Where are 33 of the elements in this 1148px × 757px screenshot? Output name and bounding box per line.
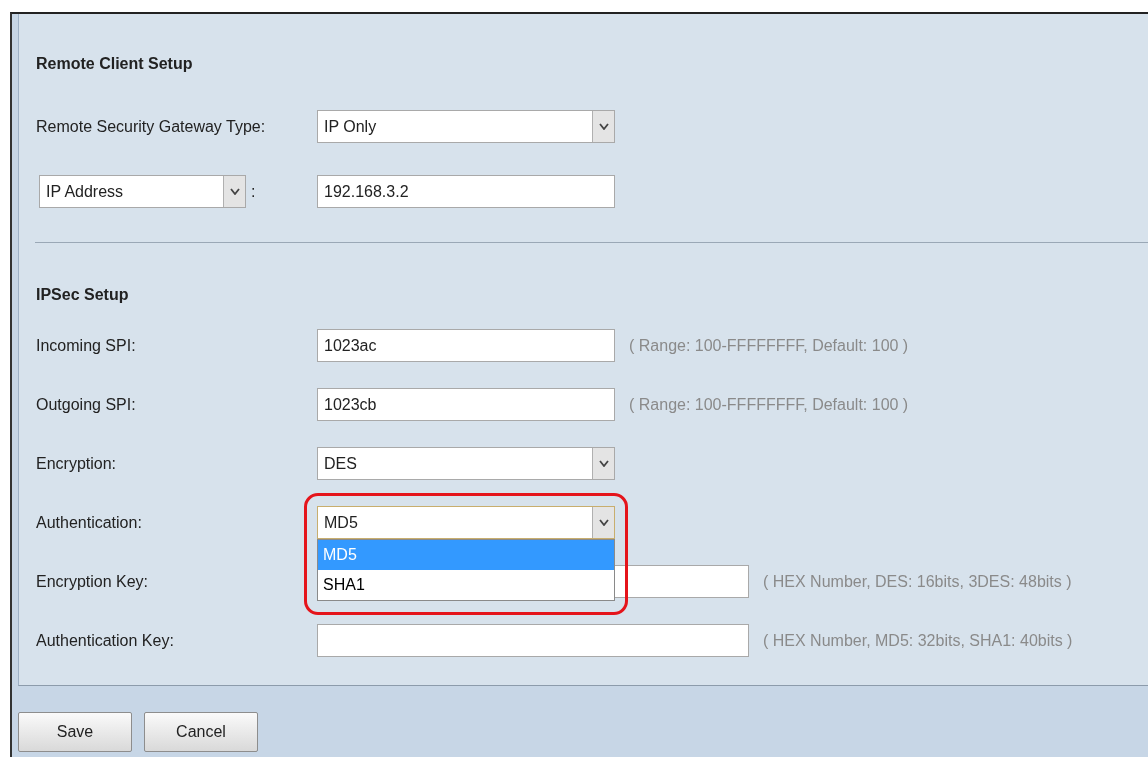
field-label: Remote Security Gateway Type:: [36, 116, 267, 137]
hint-text: ( HEX Number, MD5: 32bits, SHA1: 40bits ): [763, 630, 1073, 651]
form-button[interactable]: Cancel: [144, 712, 258, 752]
field-label: Authentication:: [36, 512, 143, 533]
text-field[interactable]: [317, 624, 749, 657]
field-label: Incoming SPI:: [36, 335, 137, 356]
chevron-down-icon: [598, 519, 609, 526]
dropdown-button[interactable]: [592, 448, 614, 479]
chevron-down-icon: [598, 460, 609, 467]
hint-text: ( HEX Number, DES: 16bits, 3DES: 48bits ): [763, 571, 1072, 592]
text-field[interactable]: 192.168.3.2: [317, 175, 615, 208]
text-field[interactable]: 1023cb: [317, 388, 615, 421]
hint-text: ( Range: 100-FFFFFFFF, Default: 100 ): [629, 335, 909, 356]
dropdown-option[interactable]: SHA1: [318, 570, 614, 600]
select-field[interactable]: IP Only: [317, 110, 615, 143]
field-label: Authentication Key:: [36, 630, 175, 651]
select-field[interactable]: DES: [317, 447, 615, 480]
text-field[interactable]: 1023ac: [317, 329, 615, 362]
chevron-down-icon: [598, 123, 609, 130]
field-label: Encryption Key:: [36, 571, 150, 592]
section-title: Remote Client Setup: [36, 54, 194, 74]
chevron-down-icon: [229, 188, 240, 195]
dropdown-button[interactable]: [592, 507, 614, 538]
field-label: Outgoing SPI:: [36, 394, 137, 415]
dropdown-button[interactable]: [592, 111, 614, 142]
select-field[interactable]: IP Address: [39, 175, 246, 208]
form-button[interactable]: Save: [18, 712, 132, 752]
select-field[interactable]: MD5: [317, 506, 615, 539]
separator-colon: :: [251, 181, 257, 202]
field-label: Encryption:: [36, 453, 118, 474]
hint-text: ( Range: 100-FFFFFFFF, Default: 100 ): [629, 394, 909, 415]
section-title: IPSec Setup: [36, 285, 130, 305]
dropdown-button[interactable]: [223, 176, 245, 207]
